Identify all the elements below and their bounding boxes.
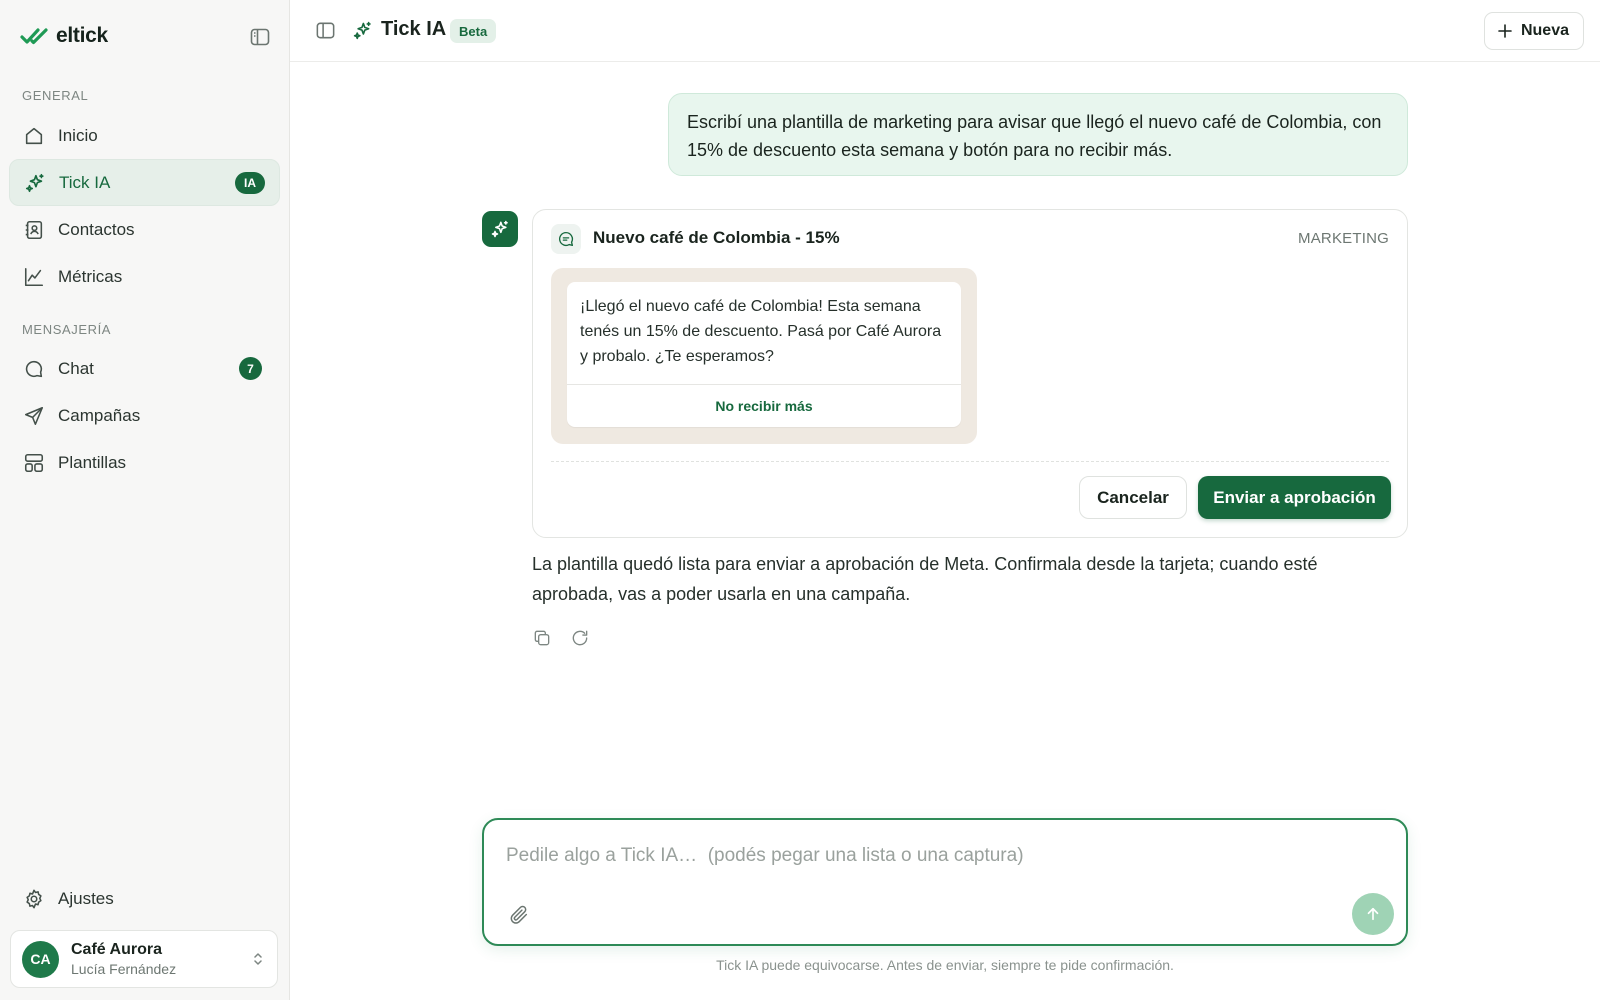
ai-badge: IA <box>235 171 265 194</box>
message-icon <box>551 224 581 254</box>
template-name: Nuevo café de Colombia - 15% <box>593 228 840 247</box>
double-check-icon <box>20 26 48 46</box>
sidebar-item-label: Chat <box>58 358 94 378</box>
sparkles-icon <box>490 219 510 239</box>
section-label-general: GENERAL <box>22 88 89 103</box>
sidebar-item-plantillas[interactable]: Plantillas <box>9 439 280 486</box>
sidebar: eltick GENERAL Inicio Tick IA IA Contact… <box>0 0 290 1000</box>
new-chat-label: Nueva <box>1520 22 1569 39</box>
brand-logo[interactable]: eltick <box>20 22 108 50</box>
panel-toggle-icon[interactable] <box>314 19 337 42</box>
sidebar-item-chat[interactable]: Chat 7 <box>9 345 280 392</box>
card-divider <box>551 461 1389 462</box>
unread-count-badge: 7 <box>239 357 262 380</box>
regenerate-icon[interactable] <box>570 628 592 650</box>
sidebar-item-campanas[interactable]: Campañas <box>9 392 280 439</box>
quick-reply-button[interactable]: No recibir más <box>567 385 961 427</box>
sidebar-item-label: Métricas <box>58 266 123 286</box>
chat-bubble-icon <box>23 358 45 380</box>
top-bar: Tick IA Beta Nueva <box>290 0 1600 62</box>
template-card: Nuevo café de Colombia - 15% MARKETING ¡… <box>532 209 1408 538</box>
account-switcher[interactable]: CA Café Aurora Lucía Fernández <box>10 930 278 988</box>
gear-icon <box>23 888 45 910</box>
beta-badge: Beta <box>450 19 497 43</box>
preview-bubble: ¡Llegó el nuevo café de Colombia! Esta s… <box>567 282 961 427</box>
avatar: CA <box>22 940 59 978</box>
sidebar-item-label: Ajustes <box>58 888 114 908</box>
paperclip-icon[interactable] <box>508 904 530 926</box>
paper-plane-icon <box>23 405 45 427</box>
home-icon <box>23 125 45 147</box>
send-button[interactable] <box>1352 893 1394 935</box>
chevron-up-down-icon <box>250 951 266 967</box>
assistant-message: La plantilla quedó lista para enviar a a… <box>532 554 1318 604</box>
composer <box>482 818 1408 946</box>
sidebar-item-inicio[interactable]: Inicio <box>9 112 280 159</box>
user-message: Escribí una plantilla de marketing para … <box>668 93 1408 176</box>
sidebar-item-tick-ia[interactable]: Tick IA IA <box>9 159 280 206</box>
sidebar-item-metricas[interactable]: Métricas <box>9 253 280 300</box>
sidebar-item-label: Plantillas <box>58 452 127 472</box>
template-body: ¡Llegó el nuevo café de Colombia! Esta s… <box>580 298 942 365</box>
sparkles-icon <box>352 20 373 41</box>
layout-template-icon <box>23 452 45 474</box>
page-title: Tick IA <box>381 18 447 40</box>
sidebar-item-label: Campañas <box>58 405 141 425</box>
disclaimer: Tick IA puede equivocarse. Antes de envi… <box>716 957 1174 973</box>
section-label-mensajeria: MENSAJERÍA <box>22 322 112 337</box>
sparkles-icon <box>24 172 46 194</box>
account-user-name: Lucía Fernández <box>71 961 177 977</box>
sidebar-item-label: Inicio <box>58 125 98 145</box>
assistant-avatar <box>482 211 518 247</box>
copy-icon[interactable] <box>532 628 554 650</box>
send-for-approval-button[interactable]: Enviar a aprobación <box>1198 476 1391 519</box>
sidebar-toggle-icon[interactable] <box>248 25 272 49</box>
message-preview: ¡Llegó el nuevo café de Colombia! Esta s… <box>551 268 977 444</box>
sidebar-item-contactos[interactable]: Contactos <box>9 206 280 253</box>
sidebar-item-label: Contactos <box>58 219 135 239</box>
contact-book-icon <box>23 219 45 241</box>
brand-name: eltick <box>56 24 108 47</box>
new-chat-button[interactable]: Nueva <box>1483 12 1584 50</box>
sidebar-item-label: Tick IA <box>59 172 111 192</box>
prompt-input[interactable] <box>506 840 1366 872</box>
plus-icon <box>1497 23 1513 39</box>
arrow-up-icon <box>1364 905 1382 923</box>
template-category: MARKETING <box>1298 230 1389 247</box>
cancel-button[interactable]: Cancelar <box>1079 476 1187 519</box>
sidebar-item-ajustes[interactable]: Ajustes <box>9 875 280 922</box>
account-business-name: Café Aurora <box>71 941 162 958</box>
line-chart-icon <box>23 266 45 288</box>
